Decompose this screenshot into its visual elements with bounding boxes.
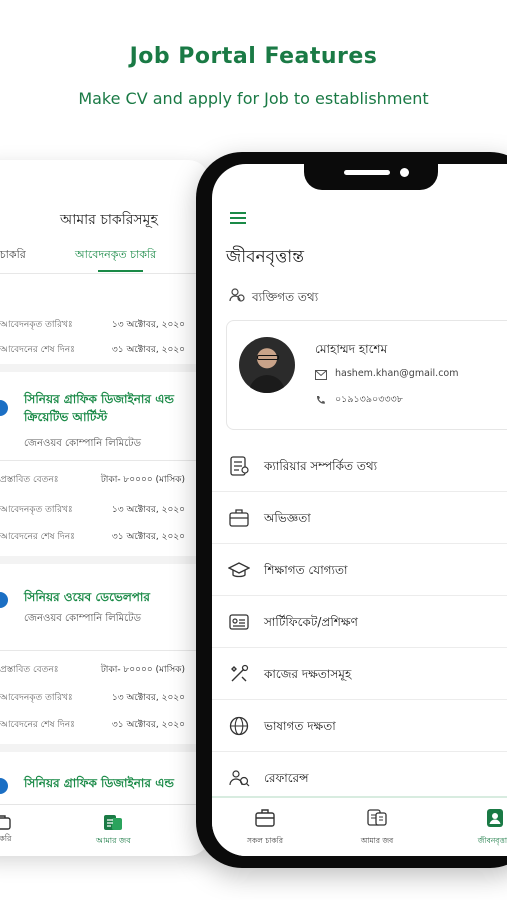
nav-all-jobs[interactable]: চাকরি bbox=[0, 813, 12, 846]
row-key: আবেদনকৃত তারিখঃ bbox=[0, 505, 73, 515]
graduation-cap-icon bbox=[228, 562, 250, 578]
briefcase-icon bbox=[229, 509, 249, 527]
back-bottom-nav: চাকরি আমার জব bbox=[0, 804, 210, 856]
company-name: জেনওয়ব কোম্পানি লিমিটেড bbox=[24, 438, 141, 449]
profile-phone: ০১৯১৩৯০৩৩৩৮ bbox=[335, 394, 403, 405]
avatar bbox=[239, 337, 295, 393]
nav-label: চাকরি bbox=[0, 834, 12, 843]
row-value: ৩১ অক্টোবর, ২০২০ bbox=[111, 345, 185, 355]
row-key: প্রস্তাবিত বেতনঃ bbox=[0, 665, 59, 675]
profile-email: hashem.khan@gmail.com bbox=[335, 368, 459, 379]
menu-label: ভাষাগত দক্ষতা bbox=[264, 719, 336, 733]
menu-icon[interactable] bbox=[230, 212, 246, 224]
hero-title: Job Portal Features bbox=[129, 44, 378, 69]
nav-label: আমার জব bbox=[96, 836, 131, 845]
menu-item-certificate[interactable]: সার্টিফিকেট/প্রশিক্ষণ bbox=[212, 596, 507, 648]
row-value: ৩১ অক্টোবর, ২০২০ bbox=[111, 532, 185, 542]
menu-item-skills[interactable]: কাজের দক্ষতাসমূহ bbox=[212, 648, 507, 700]
divider bbox=[0, 273, 210, 274]
job-title[interactable]: সিনিয়র গ্রাফিক ডিজাইনার এন্ড ক্রিয়েটিভ… bbox=[24, 390, 174, 426]
camera bbox=[400, 168, 409, 177]
career-info-icon bbox=[230, 456, 249, 476]
cv-screen: জীবনবৃত্তান্ত ব্যক্তিগত তথ্য মোহাম্মদ হা… bbox=[212, 164, 507, 856]
row-key: আবেদনকৃত তারিখঃ bbox=[0, 320, 73, 330]
nav-all-jobs[interactable]: সকল চাকরি bbox=[230, 808, 300, 848]
certificate-icon bbox=[229, 614, 249, 630]
row-value: ১৩ অক্টোবর, ২০২০ bbox=[111, 505, 185, 515]
globe-icon bbox=[229, 716, 249, 736]
hero-subtitle: Make CV and apply for Job to establishme… bbox=[78, 89, 429, 108]
menu-label: কাজের দক্ষতাসমূহ bbox=[264, 667, 352, 681]
nav-label: সকল চাকরি bbox=[247, 836, 283, 845]
divider bbox=[0, 650, 210, 651]
menu-label: রেফারেন্স bbox=[264, 771, 309, 785]
phone-icon bbox=[316, 396, 325, 404]
briefcase-icon bbox=[0, 815, 11, 830]
row-key: প্রস্তাবিত বেতনঃ bbox=[0, 475, 59, 485]
company-logo-icon bbox=[0, 592, 8, 608]
personal-info-icon bbox=[229, 288, 245, 302]
row-key: আবেদনের শেষ দিনঃ bbox=[0, 720, 75, 730]
menu-item-experience[interactable]: অভিজ্ঞতা bbox=[212, 492, 507, 544]
speaker bbox=[344, 170, 390, 175]
back-phone: আমার চাকরিসমূহ ত চাকরি আবেদনকৃত চাকরি আব… bbox=[0, 160, 210, 856]
profile-icon bbox=[487, 809, 503, 827]
row-key: আবেদনের শেষ দিনঃ bbox=[0, 532, 75, 542]
job-title[interactable]: সিনিয়র গ্রাফিক ডিজাইনার এন্ড bbox=[24, 774, 174, 792]
menu-item-career-info[interactable]: ক্যারিয়ার সম্পর্কিত তথ্য bbox=[212, 440, 507, 492]
row-value: টাকা- ৮০০০০ (মাসিক) bbox=[100, 665, 185, 675]
nav-my-jobs[interactable]: আমার জব bbox=[342, 808, 412, 848]
tools-icon bbox=[231, 664, 249, 682]
menu-label: অভিজ্ঞতা bbox=[264, 511, 311, 525]
company-logo-icon bbox=[0, 778, 8, 794]
profile-name: মোহাম্মদ হাশেম bbox=[315, 342, 388, 356]
row-value: ১৩ অক্টোবর, ২০২০ bbox=[111, 693, 185, 703]
page-title: জীবনবৃত্তান্ত bbox=[226, 247, 304, 267]
menu-label: ক্যারিয়ার সম্পর্কিত তথ্য bbox=[264, 459, 378, 473]
menu-label: সার্টিফিকেট/প্রশিক্ষণ bbox=[264, 615, 358, 629]
company-logo-icon bbox=[0, 400, 8, 416]
active-tab-indicator bbox=[98, 270, 143, 272]
nav-my-jobs[interactable]: আমার জব bbox=[96, 813, 131, 848]
divider bbox=[0, 460, 210, 461]
menu-label: শিক্ষাগত যোগ্যতা bbox=[264, 563, 348, 577]
menu-item-language[interactable]: ভাষাগত দক্ষতা bbox=[212, 700, 507, 752]
reference-icon bbox=[229, 770, 250, 787]
card-separator bbox=[0, 364, 210, 372]
my-jobs-icon bbox=[104, 815, 123, 830]
job-title[interactable]: সিনিয়র ওয়েব ডেভেলপার bbox=[24, 588, 150, 606]
email-icon bbox=[315, 370, 327, 380]
card-separator bbox=[0, 556, 210, 564]
row-value: টাকা- ৮০০০০ (মাসিক) bbox=[100, 475, 185, 485]
tab-applied-jobs[interactable]: আবেদনকৃত চাকরি bbox=[75, 246, 156, 265]
my-jobs-header: আমার চাকরিসমূহ bbox=[60, 212, 158, 228]
nav-label: জীবনবৃত্তান্ত bbox=[477, 836, 507, 845]
row-key: আবেদনকৃত তারিখঃ bbox=[0, 693, 73, 703]
section-title: ব্যক্তিগত তথ্য bbox=[252, 290, 319, 304]
promo-page: Job Portal Features Make CV and apply fo… bbox=[0, 0, 507, 900]
front-phone: জীবনবৃত্তান্ত ব্যক্তিগত তথ্য মোহাম্মদ হা… bbox=[196, 152, 507, 868]
phone-notch bbox=[304, 160, 438, 190]
tab-saved-jobs[interactable]: ত চাকরি bbox=[0, 246, 26, 265]
card-separator bbox=[0, 744, 210, 752]
menu-item-education[interactable]: শিক্ষাগত যোগ্যতা bbox=[212, 544, 507, 596]
row-value: ৩১ অক্টোবর, ২০২০ bbox=[111, 720, 185, 730]
nav-cv[interactable]: জীবনবৃত্তান্ত bbox=[460, 808, 507, 848]
profile-card[interactable]: মোহাম্মদ হাশেম hashem.khan@gmail.com ০১৯… bbox=[226, 320, 507, 430]
bottom-nav: সকল চাকরি আমার জব জীবনবৃত্তান্ত bbox=[212, 796, 507, 856]
nav-label: আমার জব bbox=[360, 836, 394, 845]
company-name: জেনওয়ব কোম্পানি লিমিটেড bbox=[24, 613, 141, 624]
row-key: আবেদনের শেষ দিনঃ bbox=[0, 345, 75, 355]
briefcase-icon bbox=[255, 809, 275, 827]
my-jobs-icon bbox=[367, 809, 387, 826]
row-value: ১৩ অক্টোবর, ২০২০ bbox=[111, 320, 185, 330]
